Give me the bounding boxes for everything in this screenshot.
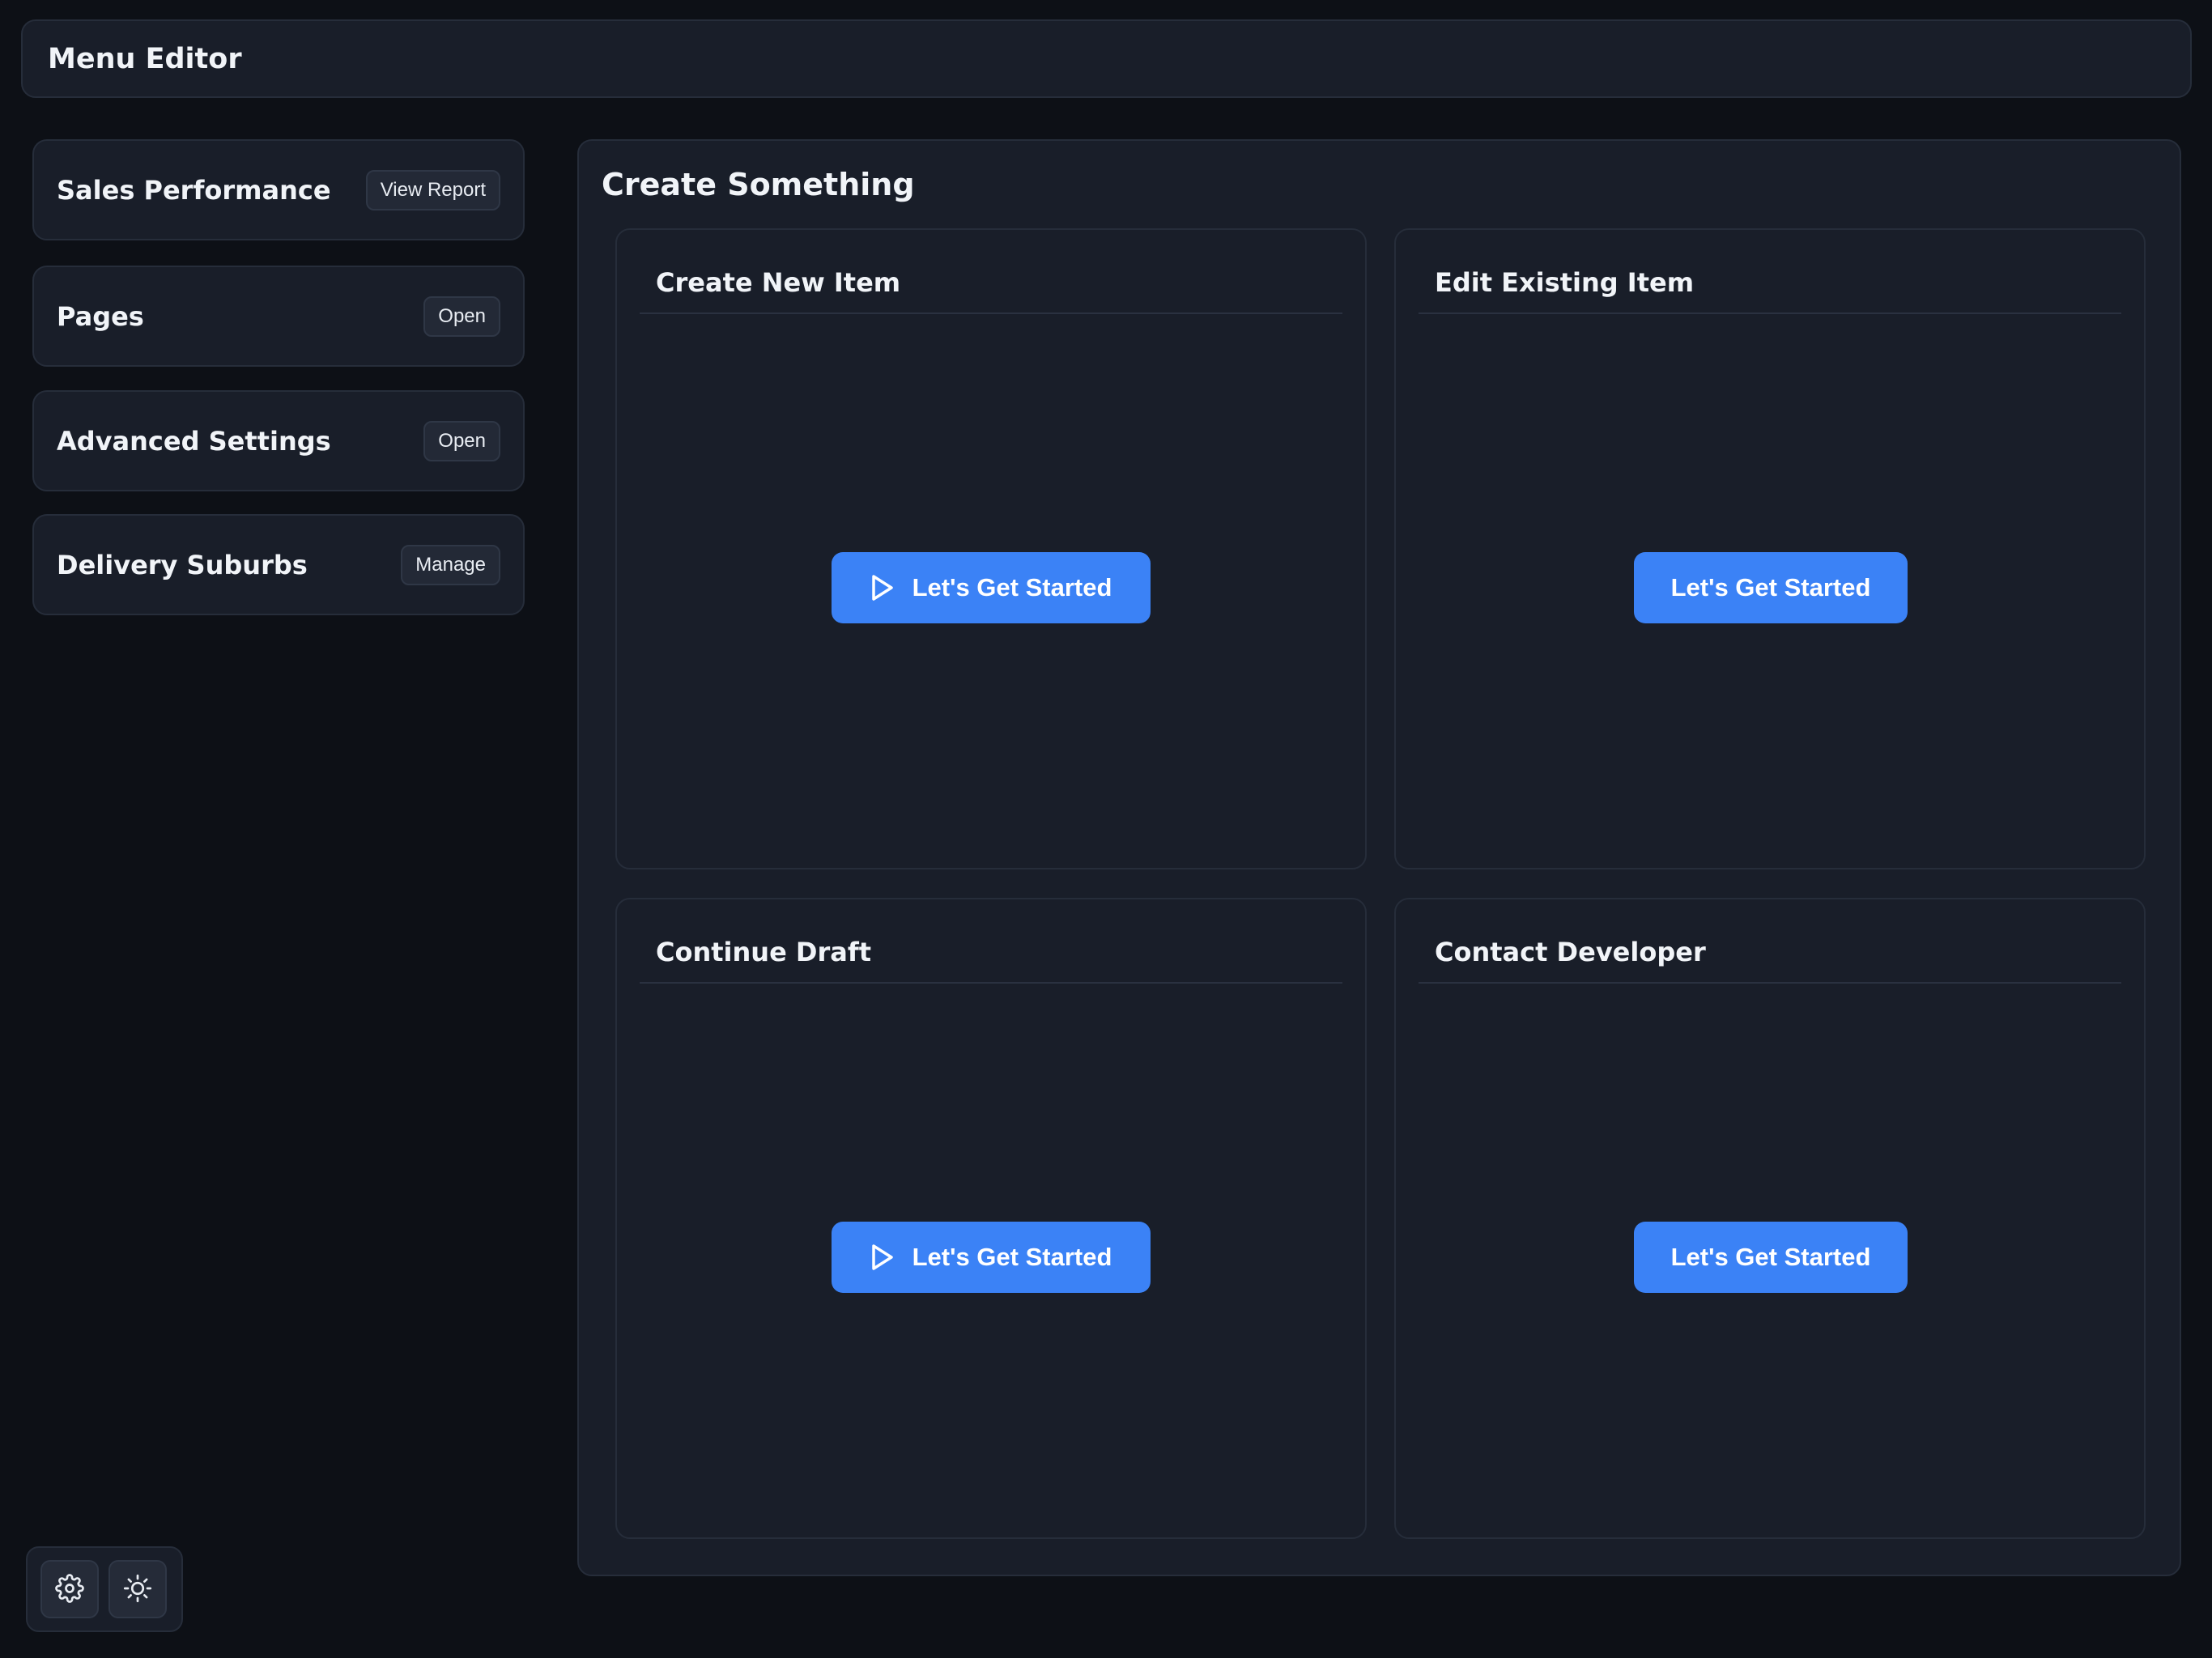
sidebar-card-delivery-suburbs: Delivery Suburbs Manage bbox=[32, 514, 525, 615]
card-divider bbox=[1419, 982, 2121, 984]
card-title: Continue Draft bbox=[656, 937, 872, 967]
app-title: Menu Editor bbox=[48, 42, 242, 75]
sidebar-card-title: Sales Performance bbox=[57, 174, 331, 206]
card-divider bbox=[640, 312, 1342, 314]
create-new-item-start-button[interactable]: Let's Get Started bbox=[832, 552, 1151, 623]
view-report-button[interactable]: View Report bbox=[365, 169, 500, 210]
contact-developer-start-button[interactable]: Let's Get Started bbox=[1634, 1222, 1908, 1293]
button-label: Let's Get Started bbox=[912, 1243, 1112, 1271]
card-divider bbox=[1419, 312, 2121, 314]
card-title: Contact Developer bbox=[1435, 937, 1706, 967]
card-divider bbox=[640, 982, 1342, 984]
app-header: Menu Editor bbox=[21, 19, 2192, 98]
play-icon bbox=[870, 1244, 895, 1271]
edit-existing-item-start-button[interactable]: Let's Get Started bbox=[1634, 552, 1908, 623]
main-panel: Create Something Create New Item Let's G… bbox=[577, 139, 2181, 1576]
sidebar-card-advanced-settings: Advanced Settings Open bbox=[32, 390, 525, 491]
sidebar-card-title: Advanced Settings bbox=[57, 425, 331, 457]
sidebar-card-title: Pages bbox=[57, 300, 144, 332]
card-edit-existing-item: Edit Existing Item Let's Get Started bbox=[1394, 228, 2146, 869]
gear-icon bbox=[55, 1573, 84, 1605]
card-continue-draft: Continue Draft Let's Get Started bbox=[615, 898, 1367, 1539]
bottom-toolbar bbox=[26, 1546, 183, 1632]
sidebar-card-pages: Pages Open bbox=[32, 266, 525, 367]
card-create-new-item: Create New Item Let's Get Started bbox=[615, 228, 1367, 869]
manage-delivery-suburbs-button[interactable]: Manage bbox=[401, 544, 500, 585]
play-icon bbox=[870, 574, 895, 602]
card-title: Create New Item bbox=[656, 267, 901, 298]
button-label: Let's Get Started bbox=[1670, 573, 1871, 602]
main-title: Create Something bbox=[602, 167, 915, 202]
card-contact-developer: Contact Developer Let's Get Started bbox=[1394, 898, 2146, 1539]
open-pages-button[interactable]: Open bbox=[423, 295, 500, 337]
sidebar-card-sales-performance: Sales Performance View Report bbox=[32, 139, 525, 240]
continue-draft-start-button[interactable]: Let's Get Started bbox=[832, 1222, 1151, 1293]
sun-icon bbox=[123, 1574, 152, 1605]
theme-toggle-button[interactable] bbox=[108, 1560, 167, 1618]
open-advanced-settings-button[interactable]: Open bbox=[423, 420, 500, 461]
card-title: Edit Existing Item bbox=[1435, 267, 1695, 298]
settings-button[interactable] bbox=[40, 1560, 99, 1618]
sidebar-card-title: Delivery Suburbs bbox=[57, 549, 308, 580]
button-label: Let's Get Started bbox=[912, 573, 1112, 602]
button-label: Let's Get Started bbox=[1670, 1243, 1871, 1271]
